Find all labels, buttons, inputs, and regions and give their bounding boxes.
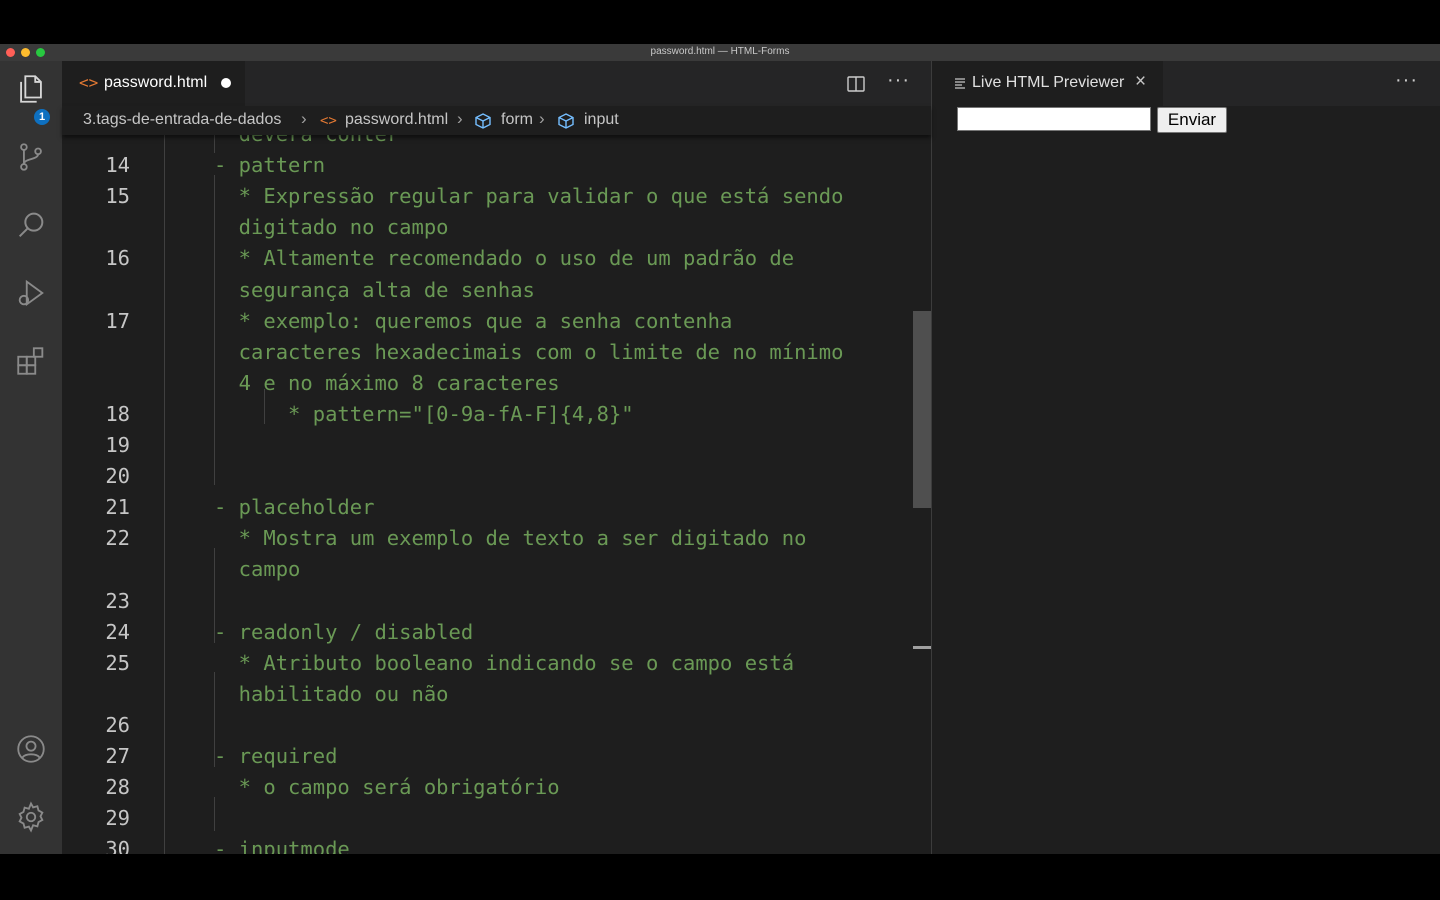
indent-guide (164, 135, 165, 854)
activity-bar: 1 (0, 61, 62, 854)
line-number: 16 (105, 246, 130, 271)
preview-more-actions-icon[interactable]: ··· (1395, 69, 1418, 92)
line-number: 27 (105, 744, 130, 768)
password-input[interactable] (957, 107, 1151, 131)
line-number: 29 (105, 806, 130, 831)
code-line: * Atributo booleano indicando se o campo… (214, 650, 795, 675)
line-number: 14 (105, 153, 130, 178)
close-tab-icon[interactable]: × (1135, 71, 1146, 93)
code-line: - required (214, 744, 338, 768)
code-line: * Mostra um exemplo de texto a ser digit… (214, 526, 807, 551)
run-debug-icon[interactable] (13, 275, 49, 311)
line-number: 25 (105, 650, 130, 675)
html-file-icon: <> (79, 73, 99, 92)
breadcrumb-element-input[interactable]: input (584, 111, 619, 129)
line-number: 24 (105, 619, 130, 644)
code-line: deverá conter (214, 135, 399, 146)
editor-group: <> password.html ··· 3.tags-de-entrada-d… (62, 61, 931, 854)
line-number: 20 (105, 464, 130, 489)
line-number: 28 (105, 775, 130, 800)
code-line: digitado no campo (214, 215, 449, 240)
preview-tab-label: Live HTML Previewer (972, 74, 1125, 91)
element-cube-icon (558, 113, 574, 129)
tab-label: password.html (104, 74, 208, 91)
vscode-window: password.html — HTML-Forms 1 <> password… (0, 44, 1440, 854)
title-bar: password.html — HTML-Forms (0, 44, 1440, 61)
code-line: habilitado ou não (214, 681, 449, 706)
line-number: 26 (105, 712, 130, 737)
enviar-button[interactable]: Enviar (1157, 107, 1227, 133)
code-line: * Altamente recomendado o uso de um padr… (214, 246, 795, 271)
preview-file-icon (955, 78, 965, 89)
explorer-badge: 1 (34, 109, 50, 125)
unsaved-dot-icon[interactable] (221, 78, 231, 88)
code-line: - placeholder (214, 495, 375, 520)
line-number: 19 (105, 433, 130, 457)
code-line: - inputmode (214, 837, 350, 854)
source-control-icon[interactable] (13, 139, 49, 175)
code-line: * o campo será obrigatório (214, 775, 560, 800)
line-number: 22 (105, 526, 130, 551)
chevron-right-icon: › (457, 109, 463, 128)
tab-password-html[interactable]: <> password.html (62, 61, 245, 106)
tab-live-html-previewer[interactable]: Live HTML Previewer × (932, 61, 1163, 106)
line-number: 18 (105, 401, 130, 426)
code-editor[interactable]: deverá conter 14 - pattern 15 * Expressão r… (62, 135, 931, 854)
search-icon[interactable] (13, 207, 49, 243)
breadcrumb-folder[interactable]: 3.tags-de-entrada-de-dados (83, 111, 281, 129)
line-number: 17 (105, 308, 130, 333)
window-title: password.html — HTML-Forms (650, 46, 790, 57)
breadcrumb-element-form[interactable]: form (501, 111, 533, 129)
split-editor-icon[interactable] (846, 74, 866, 94)
settings-gear-icon[interactable] (13, 799, 49, 835)
code-line: - readonly / disabled (214, 619, 474, 644)
extensions-icon[interactable] (13, 343, 49, 379)
chevron-right-icon: › (539, 109, 545, 128)
preview-tab-bar: Live HTML Previewer × ··· (932, 61, 1440, 106)
more-actions-icon[interactable]: ··· (887, 69, 910, 92)
code-line: - pattern (214, 153, 326, 178)
scrollbar-thumb[interactable] (913, 311, 931, 508)
code-line: campo (214, 557, 301, 582)
line-number: 21 (105, 495, 130, 520)
code-line: * pattern="[0-9a-fA-F]{4,8}" (214, 401, 634, 426)
editor-tab-bar: <> password.html ··· (62, 61, 931, 106)
html-file-icon: <> (320, 113, 337, 129)
indent-guide (214, 797, 215, 831)
code-line: caracteres hexadecimais com o limite de … (214, 339, 844, 364)
preview-group: Live HTML Previewer × ··· Enviar (932, 61, 1440, 854)
line-number: 23 (105, 588, 130, 613)
code-line: * Expressão regular para validar o que e… (214, 184, 844, 209)
chevron-right-icon: › (301, 109, 307, 128)
explorer-icon[interactable] (13, 71, 49, 107)
code-line: 4 e no máximo 8 caracteres (214, 370, 560, 395)
line-number: 15 (105, 184, 130, 209)
code-line: * exemplo: queremos que a senha contenha (214, 308, 733, 333)
breadcrumb: 3.tags-de-entrada-de-dados › <> password… (62, 106, 931, 135)
breadcrumb-file[interactable]: password.html (345, 111, 448, 129)
line-number: 30 (105, 837, 130, 854)
account-icon[interactable] (13, 731, 49, 767)
element-cube-icon (475, 113, 491, 129)
scrollbar-cursor-marker (913, 646, 931, 649)
code-line: segurança alta de senhas (214, 277, 535, 302)
